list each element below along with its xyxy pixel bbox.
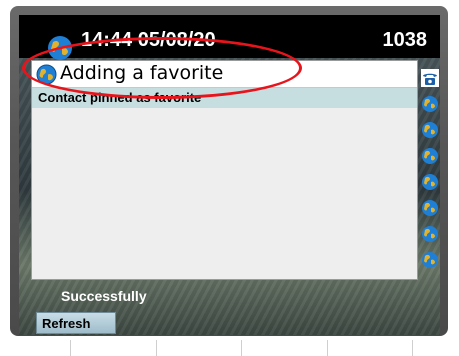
phone-handset-icon[interactable] (421, 69, 439, 87)
extension-number: 1038 (382, 29, 428, 51)
globe-icon[interactable] (421, 173, 439, 191)
globe-icon[interactable] (421, 225, 439, 243)
globe-icon[interactable] (421, 147, 439, 165)
globe-icon[interactable] (421, 121, 439, 139)
phone-base (0, 336, 459, 356)
divider (156, 340, 157, 356)
divider (412, 340, 413, 356)
divider (327, 340, 328, 356)
divider (241, 340, 242, 356)
line-buttons (419, 65, 440, 285)
globe-icon[interactable] (421, 199, 439, 217)
globe-icon[interactable] (421, 95, 439, 113)
globe-icon[interactable] (421, 251, 439, 269)
divider (70, 340, 71, 356)
highlight-ellipse (22, 37, 302, 99)
refresh-button[interactable]: Refresh (36, 312, 116, 334)
refresh-button-label: Refresh (42, 316, 91, 331)
status-message: Successfully (61, 288, 147, 304)
